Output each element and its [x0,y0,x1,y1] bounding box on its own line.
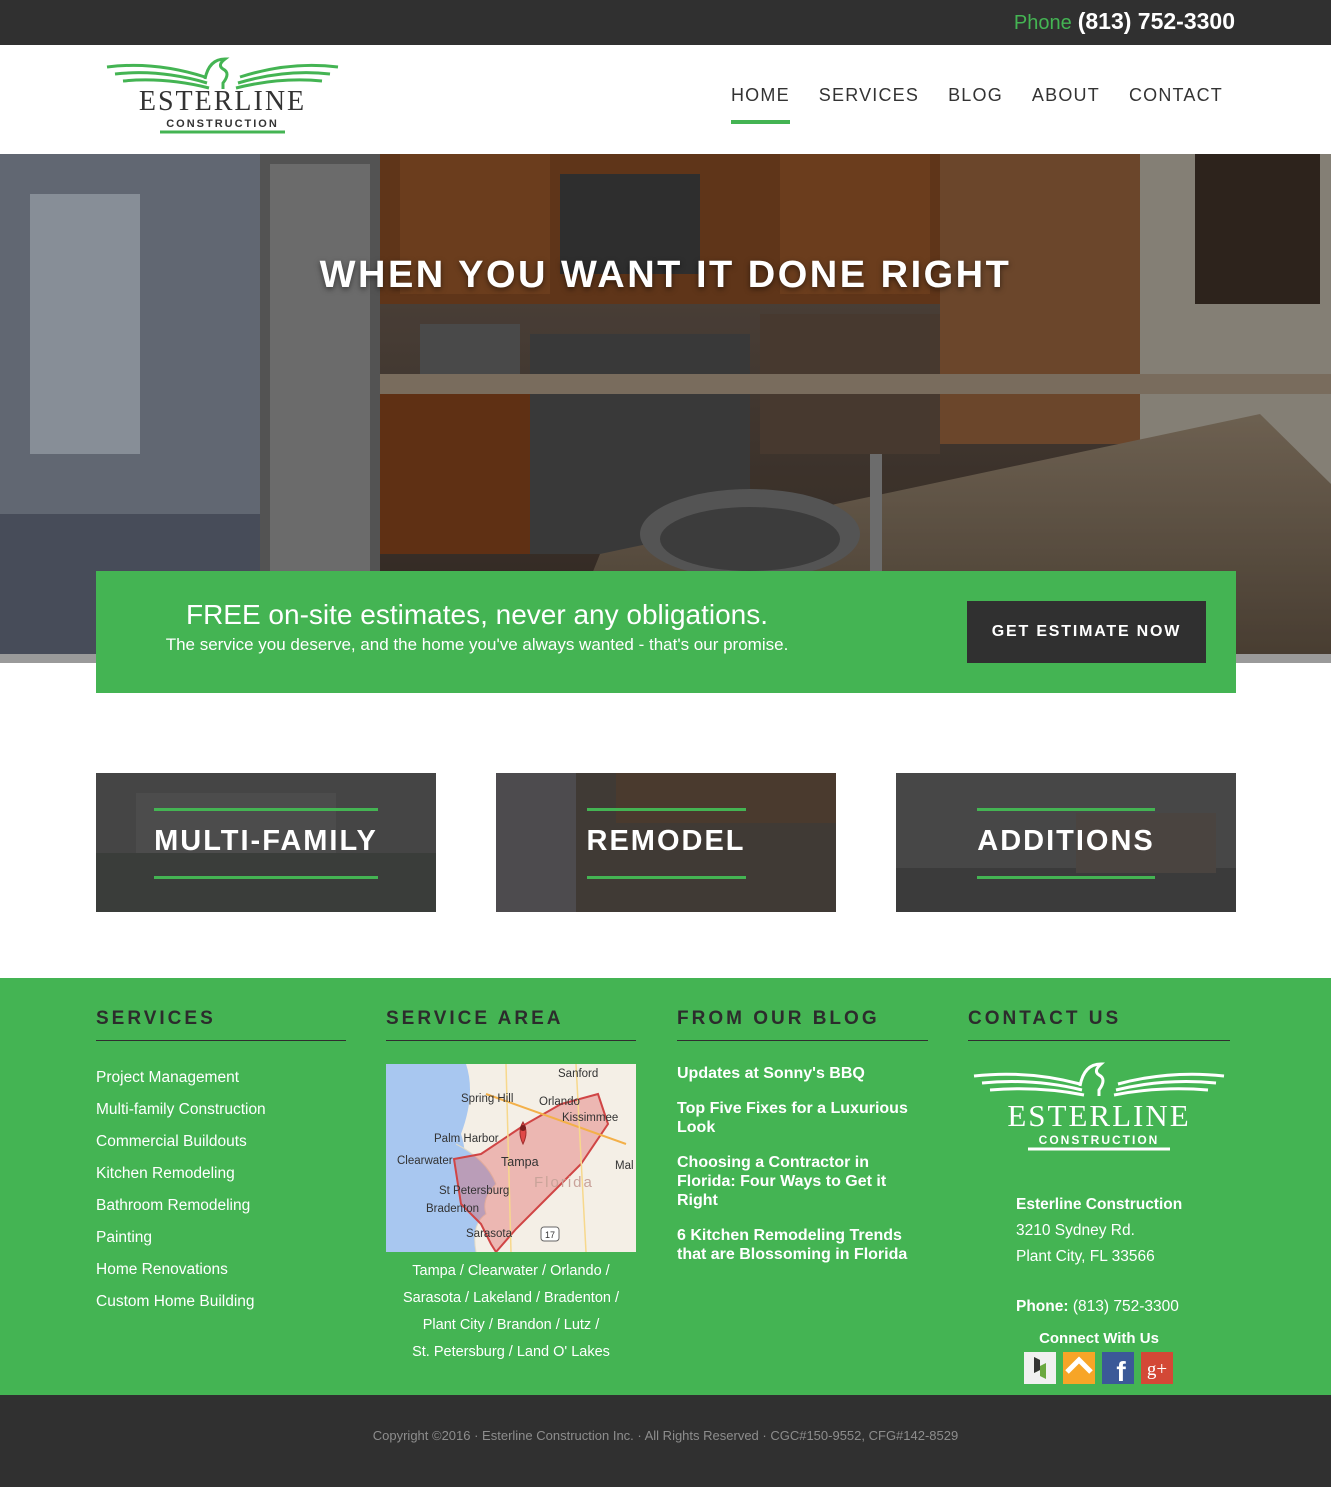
footer-blog: FROM OUR BLOG Updates at Sonny's BBQ Top… [677,1008,928,1280]
svg-text:g+: g+ [1147,1359,1167,1380]
svg-text:CONSTRUCTION: CONSTRUCTION [1039,1133,1160,1147]
copyright-text: Copyright ©2016 · Esterline Construction… [372,1428,959,1443]
svg-text:Bradenton: Bradenton [426,1203,479,1215]
estimate-headline: FREE on-site estimates, never any obliga… [185,599,769,630]
nav-blog[interactable]: BLOG [948,85,1003,124]
svg-text:Mal: Mal [615,1160,634,1172]
svg-text:Sanford: Sanford [558,1068,598,1080]
tile-additions[interactable]: ADDITIONS [896,773,1236,912]
hero-title: WHEN YOU WANT IT DONE RIGHT [319,254,1012,296]
area-line: Plant City / Brandon / Lutz / [422,1317,600,1333]
logo-wordmark: ESTERLINE [139,86,306,117]
svg-text:Clearwater: Clearwater [397,1155,453,1167]
svg-text:f: f [1116,1356,1126,1384]
logo-subtitle: CONSTRUCTION [166,118,279,130]
footer-contact: CONTACT US ESTERLINE CONSTRUCTION Esterl… [968,1008,1230,1388]
header-phone[interactable]: Phone (813) 752-3300 [1014,8,1235,35]
service-link[interactable]: Custom Home Building [96,1293,346,1325]
tile-remodel-label: REMODEL [586,808,746,879]
company-name: Esterline Construction [1016,1196,1183,1213]
tile-multi-family-label: MULTI-FAMILY [154,808,378,879]
tile-multi-family[interactable]: MULTI-FAMILY [96,773,436,912]
service-area-cities: Tampa / Clearwater / Orlando / Sarasota … [386,1258,636,1366]
footer-blog-title: FROM OUR BLOG [677,1008,928,1041]
facebook-icon[interactable]: f [1102,1352,1134,1387]
eagle-logo-icon: ESTERLINE CONSTRUCTION [106,57,339,134]
street-address: 3210 Sydney Rd. [1016,1222,1135,1239]
service-link[interactable]: Kitchen Remodeling [96,1165,346,1197]
svg-text:Tampa: Tampa [501,1155,539,1169]
footer-contact-title: CONTACT US [968,1008,1230,1041]
contact-phone[interactable]: Phone: (813) 752-3300 [1016,1294,1182,1320]
svg-text:St Petersburg: St Petersburg [439,1185,509,1197]
area-line: Tampa / Clearwater / Orlando / [412,1263,610,1279]
tile-remodel[interactable]: REMODEL [496,773,836,912]
service-link[interactable]: Multi-family Construction [96,1101,346,1133]
blog-post-link[interactable]: Updates at Sonny's BBQ [677,1064,928,1083]
nav-services[interactable]: SERVICES [819,85,919,124]
phone-number[interactable]: (813) 752-3300 [1078,8,1235,34]
svg-text:Orlando: Orlando [539,1096,580,1108]
contact-address: Esterline Construction 3210 Sydney Rd. P… [1016,1192,1182,1320]
svg-text:Spring Hill: Spring Hill [461,1093,513,1105]
service-link[interactable]: Bathroom Remodeling [96,1197,346,1229]
nav-home[interactable]: HOME [730,85,790,124]
city-address: Plant City, FL 33566 [1016,1248,1155,1265]
contact-phone-label: Phone: [1016,1298,1069,1315]
estimate-banner: FREE on-site estimates, never any obliga… [96,571,1236,693]
homeadvisor-icon[interactable] [1063,1352,1095,1384]
area-line: Sarasota / Lakeland / Bradenton / [402,1290,620,1306]
nav-about[interactable]: ABOUT [1032,85,1100,124]
connect-heading: Connect With Us [1039,1330,1159,1347]
nav-contact[interactable]: CONTACT [1129,85,1223,124]
footer-services: SERVICES Project Management Multi-family… [96,1008,346,1325]
footer-service-area: SERVICE AREA Sanford Spring Hill Orlando… [386,1008,636,1388]
copyright-bar: Copyright ©2016 · Esterline Construction… [0,1395,1331,1487]
svg-text:17: 17 [545,1230,555,1240]
service-link[interactable]: Home Renovations [96,1261,346,1293]
main-nav: HOME SERVICES BLOG ABOUT CONTACT [730,85,1223,124]
get-estimate-button[interactable]: GET ESTIMATE NOW [967,601,1206,663]
phone-label: Phone [1013,12,1072,34]
svg-text:ESTERLINE: ESTERLINE [1007,1098,1190,1133]
service-link[interactable]: Painting [96,1229,346,1261]
footer-service-area-title: SERVICE AREA [386,1008,636,1041]
blog-post-link[interactable]: Choosing a Contractor in Florida: Four W… [677,1153,928,1210]
footer-services-title: SERVICES [96,1008,346,1041]
houzz-icon[interactable] [1024,1352,1056,1384]
footer: SERVICES Project Management Multi-family… [0,978,1331,1395]
contact-phone-number[interactable]: (813) 752-3300 [1073,1298,1179,1315]
service-area-map[interactable]: Sanford Spring Hill Orlando Kissimmee Pa… [386,1064,636,1252]
area-line: St. Petersburg / Land O' Lakes [412,1344,610,1360]
svg-text:Palm Harbor: Palm Harbor [434,1133,499,1145]
top-bar: Phone (813) 752-3300 [0,0,1331,45]
tile-additions-label: ADDITIONS [977,808,1155,879]
estimate-subline: The service you deserve, and the home yo… [165,635,789,654]
service-link[interactable]: Project Management [96,1069,346,1101]
eagle-logo-white-icon: ESTERLINE CONSTRUCTION [973,1062,1225,1151]
svg-text:Sarasota: Sarasota [466,1228,513,1240]
social-links: f g+ [1024,1352,1173,1387]
svg-text:Kissimmee: Kissimmee [562,1112,618,1124]
site-logo[interactable]: ESTERLINE CONSTRUCTION [105,55,340,137]
site-header: ESTERLINE CONSTRUCTION HOME SERVICES BLO… [0,45,1331,154]
blog-post-link[interactable]: 6 Kitchen Remodeling Trends that are Blo… [677,1226,928,1264]
svg-text:Florida: Florida [534,1174,594,1191]
service-link[interactable]: Commercial Buildouts [96,1133,346,1165]
googleplus-icon[interactable]: g+ [1141,1352,1173,1384]
blog-post-link[interactable]: Top Five Fixes for a Luxurious Look [677,1099,928,1137]
